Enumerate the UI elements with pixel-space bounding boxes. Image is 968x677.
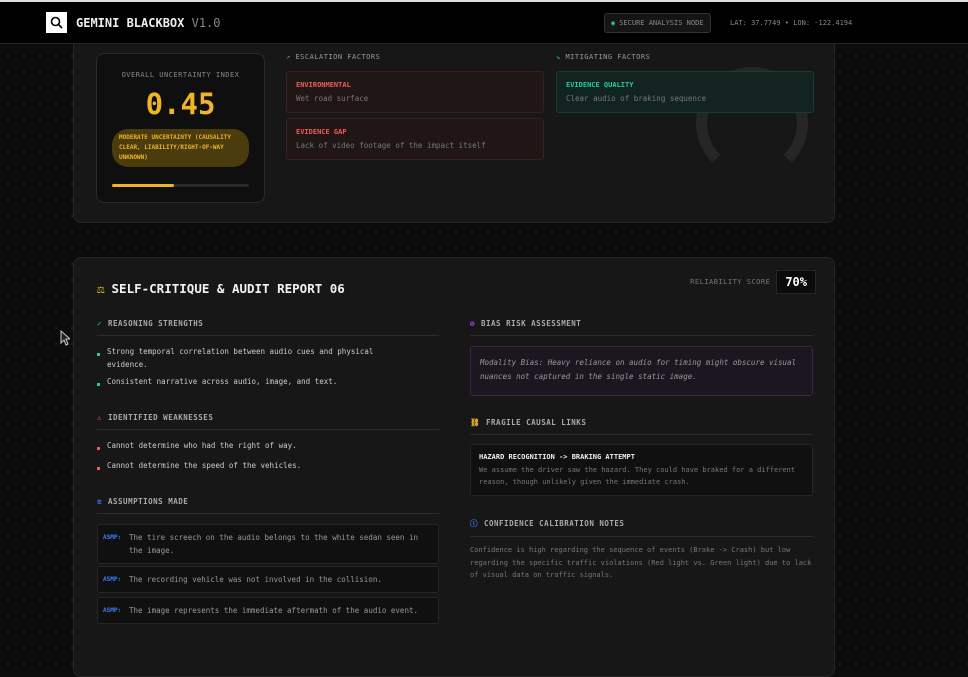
app-name: GEMINI BLACKBOX: [76, 16, 185, 30]
app-title: GEMINI BLACKBOX V1.0: [76, 16, 221, 30]
assumptions-heading: ≋ ASSUMPTIONS MADE: [97, 497, 439, 514]
uncertainty-status-badge: MODERATE UNCERTAINTY (CAUSALITY CLEAR, L…: [112, 129, 249, 167]
app-header: GEMINI BLACKBOX V1.0 ◉ SECURE ANALYSIS NO…: [0, 2, 968, 44]
reliability-score: RELIABILITY SCORE 70%: [690, 270, 816, 294]
reliability-value: 70%: [776, 270, 816, 294]
assumption-text: The image represents the immediate after…: [129, 606, 418, 615]
app-version: V1.0: [191, 16, 221, 30]
factor-desc: Lack of video footage of the impact itse…: [296, 141, 486, 150]
check-circle-icon: ✓: [97, 319, 103, 328]
factor-desc: Clear audio of braking sequence: [566, 94, 706, 103]
strengths-heading: ✓ REASONING STRENGTHS: [97, 319, 439, 336]
assumption-item: ASMP: The tire screech on the audio belon…: [97, 524, 439, 564]
factor-title: EVIDENCE GAP: [296, 128, 347, 136]
list-item: Consistent narrative across audio, image…: [97, 375, 417, 388]
audit-title: ⚖ SELF-CRITIQUE & AUDIT REPORT 06: [97, 281, 345, 296]
list-item: Strong temporal correlation between audi…: [97, 345, 417, 371]
strengths-list: Strong temporal correlation between audi…: [97, 345, 417, 392]
mitigating-card: EVIDENCE QUALITY Clear audio of braking s…: [556, 71, 814, 113]
factor-title: ENVIRONMENTAL: [296, 81, 351, 89]
uncertainty-index-card: OVERALL UNCERTAINTY INDEX 0.45 MODERATE …: [96, 53, 265, 203]
fragile-heading: ⛓ FRAGILE CAUSAL LINKS: [470, 418, 813, 435]
bias-heading: ⊘ BIAS RISK ASSESSMENT: [470, 319, 813, 336]
confidence-heading: ⓘ CONFIDENCE CALIBRATION NOTES: [470, 518, 813, 537]
assumption-item: ASMP: The recording vehicle was not invol…: [97, 566, 439, 593]
fragile-link-desc: We assume the driver saw the hazard. The…: [479, 466, 796, 486]
coordinates: LAT: 37.7749 • LON: -122.4194: [730, 19, 853, 27]
reliability-label: RELIABILITY SCORE: [690, 278, 771, 286]
weaknesses-list: Cannot determine who had the right of wa…: [97, 439, 417, 476]
escalation-card: ENVIRONMENTAL Wet road surface: [286, 71, 544, 113]
layers-icon: ≋: [97, 497, 103, 506]
fragile-link-card: HAZARD RECOGNITION -> BRAKING ATTEMPT We …: [470, 444, 813, 496]
assumption-item: ASMP: The image represents the immediate …: [97, 597, 439, 624]
assumption-tag: ASMP:: [103, 534, 122, 541]
weaknesses-heading: ⚠ IDENTIFIED WEAKNESSES: [97, 413, 439, 430]
audit-panel: ⚖ SELF-CRITIQUE & AUDIT REPORT 06 RELIABI…: [73, 257, 835, 677]
scales-icon: ⚖: [97, 281, 105, 296]
assumption-tag: ASMP:: [103, 607, 122, 614]
bias-text: Modality Bias: Heavy reliance on audio f…: [470, 346, 813, 396]
list-item: Cannot determine who had the right of wa…: [97, 439, 417, 452]
shield-icon: ◉: [611, 19, 616, 27]
uncertainty-progress-bar: [112, 184, 249, 187]
escalation-card: EVIDENCE GAP Lack of video footage of the…: [286, 118, 544, 160]
uncertainty-panel: OVERALL UNCERTAINTY INDEX 0.45 MODERATE …: [73, 30, 835, 223]
broken-link-icon: ⛓: [470, 418, 481, 427]
fragile-link-title: HAZARD RECOGNITION -> BRAKING ATTEMPT: [479, 453, 635, 461]
uncertainty-label: OVERALL UNCERTAINTY INDEX: [121, 71, 240, 79]
assumption-text: The recording vehicle was not involved i…: [129, 575, 382, 584]
factor-desc: Wet road surface: [296, 94, 369, 103]
warning-icon: ⚠: [97, 413, 103, 422]
mitigating-factors-heading: ↘ MITIGATING FACTORS: [556, 53, 651, 61]
secure-node-badge: ◉ SECURE ANALYSIS NODE: [604, 13, 711, 33]
uncertainty-value: 0.45: [145, 87, 216, 121]
factor-title: EVIDENCE QUALITY: [566, 81, 634, 89]
escalation-factors-heading: ↗ ESCALATION FACTORS: [286, 53, 381, 61]
assumption-text: The tire screech on the audio belongs to…: [129, 533, 418, 555]
confidence-text: Confidence is high regarding the sequenc…: [470, 546, 812, 579]
eye-off-icon: ⊘: [470, 319, 476, 328]
assumption-tag: ASMP:: [103, 576, 122, 583]
node-label: SECURE ANALYSIS NODE: [619, 19, 704, 27]
info-icon: ⓘ: [470, 519, 478, 528]
search-logo-icon: [46, 12, 67, 33]
list-item: Cannot determine the speed of the vehicl…: [97, 459, 417, 472]
mouse-cursor-icon: [60, 329, 72, 350]
